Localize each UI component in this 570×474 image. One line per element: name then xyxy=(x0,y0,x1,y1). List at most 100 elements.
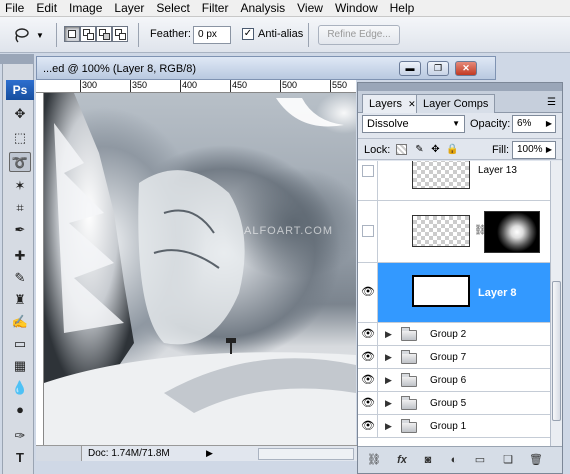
new-selection-button[interactable] xyxy=(64,26,80,42)
expand-arrow-icon[interactable]: ▶ xyxy=(385,398,392,409)
expand-arrow-icon[interactable]: ▶ xyxy=(385,375,392,386)
type-tool-icon[interactable]: T xyxy=(9,448,31,468)
chevron-right-icon[interactable]: ▶ xyxy=(546,116,552,132)
group-row[interactable]: 👁 ▶ Group 2 xyxy=(358,323,550,346)
lock-all-icon[interactable]: 🔒 xyxy=(446,144,458,155)
tab-layer-comps[interactable]: Layer Comps xyxy=(416,94,496,113)
lock-paint-icon[interactable]: ✎ xyxy=(414,144,425,155)
document-titlebar[interactable]: ...ed @ 100% (Layer 8, RGB/8) ▬ ❐ ✕ xyxy=(36,56,496,80)
layer-row-selected[interactable]: 👁 Layer 8 xyxy=(358,263,550,323)
lasso-tool-icon[interactable]: ➰ xyxy=(9,152,31,172)
blend-mode-select[interactable]: Dissolve ▼ xyxy=(362,115,465,133)
eyedropper-tool-icon[interactable]: ✒ xyxy=(9,220,31,240)
layers-panel: Layers ✕ Layer Comps ☰ Dissolve ▼ Opacit… xyxy=(357,82,563,474)
add-selection-button[interactable] xyxy=(80,26,96,42)
group-row[interactable]: 👁 ▶ Group 1 xyxy=(358,415,550,438)
menu-view[interactable]: View xyxy=(292,0,330,17)
clone-stamp-tool-icon[interactable]: ♜ xyxy=(9,290,31,310)
lock-label: Lock: xyxy=(364,144,391,156)
options-bar: ▼ Feather: 0 px ✓ Anti-alias Refine Edge… xyxy=(0,17,570,53)
eye-icon[interactable]: 👁 xyxy=(361,285,375,298)
history-brush-tool-icon[interactable]: ✍ xyxy=(9,312,31,332)
eraser-tool-icon[interactable]: ▭ xyxy=(9,334,31,354)
panel-collapse-bar[interactable] xyxy=(358,83,562,91)
layer-row[interactable]: Layer 13 xyxy=(358,161,550,201)
horizontal-scrollbar[interactable] xyxy=(258,448,354,460)
visibility-toggle[interactable] xyxy=(362,165,374,177)
brush-tool-icon[interactable]: ✎ xyxy=(9,268,31,288)
visibility-toggle[interactable] xyxy=(362,225,374,237)
group-row[interactable]: 👁 ▶ Group 6 xyxy=(358,369,550,392)
ruler-label: 550 xyxy=(332,80,348,90)
layer-name: Layer 13 xyxy=(478,165,517,176)
refine-edge-button[interactable]: Refine Edge... xyxy=(318,25,400,45)
delete-layer-icon[interactable]: 🗑 xyxy=(528,452,544,468)
eye-icon[interactable]: 👁 xyxy=(361,373,375,386)
menu-file[interactable]: File xyxy=(0,0,31,17)
tab-layers[interactable]: Layers ✕ xyxy=(362,94,423,113)
group-row[interactable]: 👁 ▶ Group 7 xyxy=(358,346,550,369)
expand-arrow-icon[interactable]: ▶ xyxy=(385,329,392,340)
antialias-checkbox[interactable]: ✓ xyxy=(242,28,254,40)
new-group-icon[interactable]: ▭ xyxy=(472,452,488,468)
layer-style-fx-icon[interactable]: fx xyxy=(394,452,410,468)
blur-tool-icon[interactable]: 💧 xyxy=(9,378,31,398)
new-layer-icon[interactable]: ❏ xyxy=(500,452,516,468)
zoom-field[interactable] xyxy=(36,446,82,461)
subtract-selection-button[interactable] xyxy=(96,26,112,42)
folder-icon xyxy=(401,350,417,364)
adjustment-layer-icon[interactable]: ◐ xyxy=(446,452,462,468)
layer-row[interactable]: ⛓ xyxy=(358,201,550,263)
lock-transparent-icon[interactable] xyxy=(396,144,407,155)
layer-mask-thumbnail[interactable] xyxy=(484,211,540,253)
chevron-right-icon[interactable]: ▶ xyxy=(546,142,552,158)
dodge-tool-icon[interactable]: ● xyxy=(9,400,31,420)
eye-icon[interactable]: 👁 xyxy=(361,327,375,340)
eye-icon[interactable]: 👁 xyxy=(361,419,375,432)
document-title: ...ed @ 100% (Layer 8, RGB/8) xyxy=(43,63,197,75)
menu-layer[interactable]: Layer xyxy=(109,0,151,17)
close-icon[interactable]: ✕ xyxy=(408,99,416,109)
folder-icon xyxy=(401,373,417,387)
fill-value: 100% xyxy=(517,144,543,155)
marquee-tool-icon[interactable]: ⬚ xyxy=(9,128,31,148)
feather-input[interactable]: 0 px xyxy=(193,26,231,44)
minimize-button[interactable]: ▬ xyxy=(399,61,421,76)
close-button[interactable]: ✕ xyxy=(455,61,477,76)
gradient-tool-icon[interactable]: ▦ xyxy=(9,356,31,376)
divider xyxy=(138,23,139,47)
eye-icon[interactable]: 👁 xyxy=(361,350,375,363)
menu-image[interactable]: Image xyxy=(64,0,109,17)
maximize-button[interactable]: ❐ xyxy=(427,61,449,76)
scrollbar-thumb[interactable] xyxy=(552,281,561,421)
layers-scrollbar[interactable] xyxy=(550,161,562,446)
expand-arrow-icon[interactable]: ▶ xyxy=(385,352,392,363)
menu-window[interactable]: Window xyxy=(330,0,385,17)
link-layers-icon[interactable]: ⛓ xyxy=(366,452,382,468)
menu-help[interactable]: Help xyxy=(385,0,422,17)
group-row[interactable]: 👁 ▶ Group 5 xyxy=(358,392,550,415)
fill-input[interactable]: 100% ▶ xyxy=(512,141,556,159)
menu-edit[interactable]: Edit xyxy=(31,0,64,17)
layers-list: Layer 13 ⛓ 👁 Layer 8 👁 ▶ Group 2 👁 ▶ Gro… xyxy=(358,161,550,446)
move-tool-icon[interactable]: ✥ xyxy=(9,104,31,124)
menu-analysis[interactable]: Analysis xyxy=(235,0,292,17)
expand-arrow-icon[interactable]: ▶ xyxy=(385,421,392,432)
opacity-input[interactable]: 6% ▶ xyxy=(512,115,556,133)
menu-filter[interactable]: Filter xyxy=(197,0,236,17)
feather-label: Feather: xyxy=(150,28,191,40)
add-mask-icon[interactable]: ◙ xyxy=(420,452,436,468)
lock-position-icon[interactable]: ✥ xyxy=(430,144,441,155)
crop-tool-icon[interactable]: ⌗ xyxy=(9,198,31,218)
menu-select[interactable]: Select xyxy=(151,0,196,17)
magic-wand-tool-icon[interactable]: ✶ xyxy=(9,176,31,196)
intersect-selection-button[interactable] xyxy=(112,26,128,42)
panel-menu-icon[interactable]: ☰ xyxy=(547,97,556,108)
eye-icon[interactable]: 👁 xyxy=(361,396,375,409)
tool-preset-picker[interactable]: ▼ xyxy=(12,25,50,45)
document-canvas[interactable]: ALFOART.COM xyxy=(44,93,356,445)
ruler-label: 300 xyxy=(82,80,98,90)
status-menu-arrow-icon[interactable]: ▶ xyxy=(206,448,213,459)
pen-tool-icon[interactable]: ✑ xyxy=(9,426,31,446)
healing-brush-tool-icon[interactable]: ✚ xyxy=(9,246,31,266)
